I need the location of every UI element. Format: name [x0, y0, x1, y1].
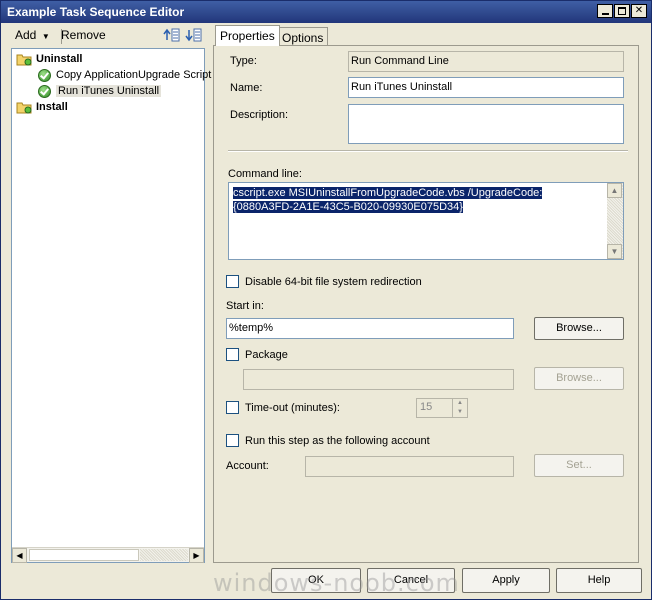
title-bar: Example Task Sequence Editor ✕ [1, 1, 651, 23]
scroll-right-arrow-icon[interactable]: ▶ [189, 548, 204, 563]
start-in-label: Start in: [226, 300, 264, 312]
name-input[interactable]: Run iTunes Uninstall [348, 77, 624, 98]
type-label: Type: [230, 55, 257, 67]
start-in-input[interactable]: %temp% [226, 318, 514, 339]
package-label: Package [245, 349, 288, 361]
command-line-scrollbar[interactable]: ▲ ▼ [607, 183, 623, 259]
set-account-button[interactable]: Set... [534, 454, 624, 477]
package-checkbox[interactable] [226, 348, 239, 361]
stepper-arrows[interactable]: ▲ ▼ [452, 399, 467, 417]
account-label: Account: [226, 460, 269, 472]
properties-panel: Type: Run Command Line Name: Run iTunes … [213, 45, 639, 563]
tree-item-label: Install [36, 101, 68, 113]
type-value: Run Command Line [348, 51, 624, 72]
run-as-account-label: Run this step as the following account [245, 435, 430, 447]
maximize-button[interactable] [614, 4, 630, 18]
move-down-icon[interactable] [185, 27, 203, 43]
scroll-thumb[interactable] [29, 549, 139, 561]
scroll-up-arrow-icon[interactable]: ▲ [607, 183, 622, 198]
tree-item-label: Copy ApplicationUpgrade Script [56, 69, 212, 81]
run-as-account-checkbox[interactable] [226, 434, 239, 447]
description-input[interactable] [348, 104, 624, 144]
timeout-stepper[interactable]: 15 ▲ ▼ [416, 398, 468, 418]
timeout-checkbox[interactable] [226, 401, 239, 414]
success-check-icon [38, 85, 51, 98]
success-check-icon [38, 69, 51, 82]
ok-button[interactable]: OK [271, 568, 361, 593]
add-menu-button[interactable]: Add ▼ [15, 28, 50, 42]
window-title: Example Task Sequence Editor [7, 5, 185, 19]
timeout-value: 15 [420, 401, 433, 413]
folder-icon [16, 54, 32, 66]
move-up-icon[interactable] [163, 27, 181, 43]
package-input[interactable] [243, 369, 514, 390]
stepper-down-icon[interactable]: ▼ [453, 408, 467, 417]
timeout-label: Time-out (minutes): [245, 402, 340, 414]
tree-horizontal-scrollbar[interactable]: ◀ ▶ [12, 547, 204, 563]
cancel-button[interactable]: Cancel [367, 568, 455, 593]
package-browse-button[interactable]: Browse... [534, 367, 624, 390]
remove-button[interactable]: Remove [61, 28, 106, 42]
command-line-input[interactable]: cscript.exe MSIUninstallFromUpgradeCode.… [228, 182, 624, 260]
scroll-left-arrow-icon[interactable]: ◀ [12, 548, 27, 563]
scroll-track[interactable] [140, 549, 188, 561]
folder-icon [16, 102, 32, 114]
tab-properties[interactable]: Properties [215, 25, 280, 46]
dropdown-arrow-icon: ▼ [39, 32, 50, 41]
disable-redirection-checkbox[interactable] [226, 275, 239, 288]
tab-options[interactable]: Options [277, 27, 329, 45]
description-label: Description: [230, 109, 289, 121]
stepper-up-icon[interactable]: ▲ [453, 399, 467, 408]
disable-redirection-label: Disable 64-bit file system redirection [245, 276, 422, 288]
close-button[interactable]: ✕ [631, 4, 647, 18]
tree-toolbar: Add ▼ Remove [9, 25, 207, 47]
task-sequence-editor-window: Example Task Sequence Editor ✕ Add ▼ Rem… [0, 0, 652, 600]
add-label: Add [15, 28, 37, 42]
account-input[interactable] [305, 456, 514, 477]
start-in-browse-button[interactable]: Browse... [534, 317, 624, 340]
help-button[interactable]: Help [556, 568, 642, 593]
command-line-text-area: cscript.exe MSIUninstallFromUpgradeCode.… [233, 186, 599, 214]
apply-button[interactable]: Apply [462, 568, 550, 593]
task-sequence-tree[interactable]: Uninstall Copy ApplicationUpgrade Script… [11, 48, 211, 563]
tree-item-label: Run iTunes Uninstall [56, 85, 162, 97]
scroll-down-arrow-icon[interactable]: ▼ [607, 244, 622, 259]
tree-item-label: Uninstall [36, 53, 83, 65]
section-divider [228, 150, 628, 152]
minimize-button[interactable] [597, 4, 613, 18]
name-label: Name: [230, 82, 263, 94]
command-line-label: Command line: [228, 168, 302, 180]
command-line-selected-text: cscript.exe MSIUninstallFromUpgradeCode.… [233, 187, 543, 213]
